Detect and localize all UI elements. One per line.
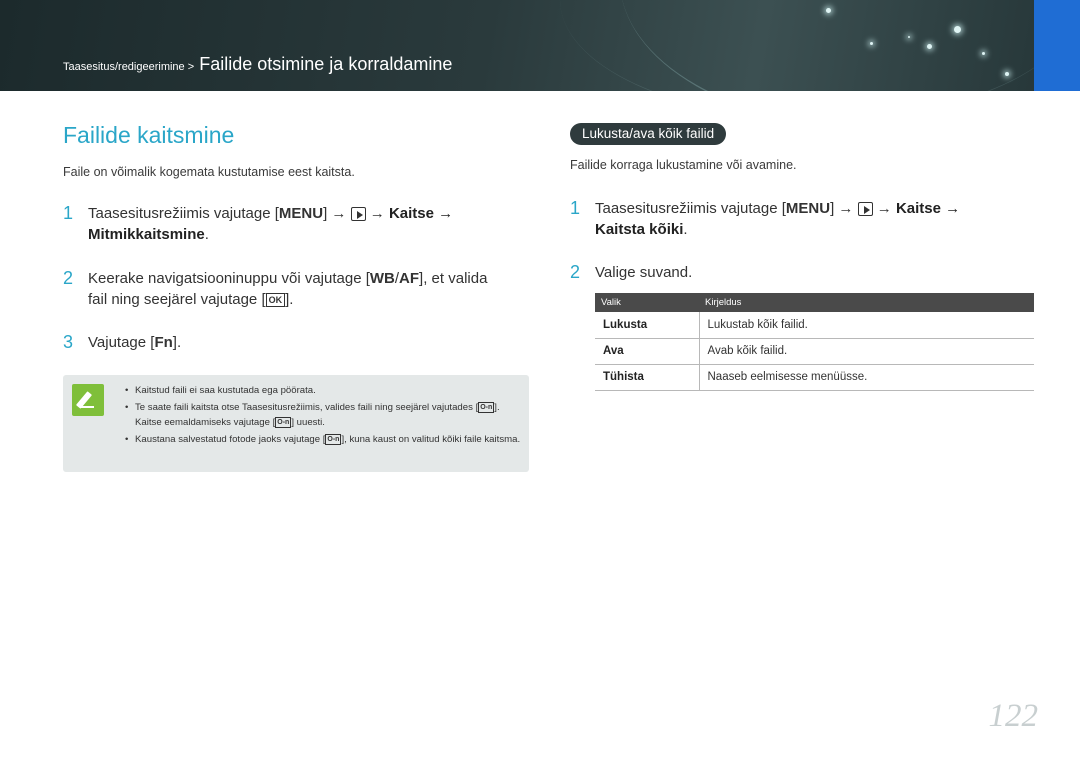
menu-option-kaitse: Kaitse bbox=[895, 200, 941, 217]
sparkle-icon bbox=[908, 36, 910, 38]
table-row: Lukusta Lukustab kõik failid. bbox=[595, 312, 1034, 339]
note-item: Kaustana salvestatud fotode jaoks vajuta… bbox=[125, 432, 521, 447]
step-text: ] → bbox=[830, 200, 854, 217]
section-heading: Lukusta/ava kõik failid bbox=[570, 123, 727, 145]
step-text: fail ning seejärel vajutage [ bbox=[88, 291, 266, 308]
table-row: Ava Avab kõik failid. bbox=[595, 338, 1034, 365]
step-text: ] → bbox=[323, 205, 347, 222]
note-text: ], kuna kaust on valitud kõiki faile kai… bbox=[341, 434, 521, 445]
right-step-1: 1 Taasesitusrežiimis vajutage [MENU] → →… bbox=[570, 198, 1035, 240]
step-text: → bbox=[438, 205, 454, 222]
breadcrumb: Taasesitus/redigeerimine > Failide otsim… bbox=[63, 54, 452, 75]
note-item: Te saate faili kaitsta otse Taasesitusre… bbox=[125, 400, 521, 430]
sparkle-icon bbox=[826, 8, 831, 13]
step-text: Keerake navigatsiooninuppu või vajutage … bbox=[88, 270, 370, 287]
note-text: Kaustana salvestatud fotode jaoks vajuta… bbox=[135, 434, 326, 445]
table-header-row: Valik Kirjeldus bbox=[595, 293, 1034, 312]
step-number: 3 bbox=[63, 332, 74, 352]
option-name: Tühista bbox=[595, 364, 700, 391]
option-name: Ava bbox=[595, 338, 700, 365]
step-text: Taasesitusrežiimis vajutage [ bbox=[595, 200, 786, 217]
breadcrumb-parent[interactable]: Taasesitus/redigeerimine > bbox=[63, 61, 194, 73]
table-row: Tühista Naaseb eelmisesse menüüsse. bbox=[595, 364, 1034, 391]
step-text: → bbox=[945, 200, 961, 217]
option-description: Lukustab kõik failid. bbox=[699, 312, 1034, 339]
sparkle-icon bbox=[1005, 72, 1009, 76]
column-header: Valik bbox=[595, 293, 699, 312]
left-step-3: 3 Vajutage [Fn]. bbox=[63, 332, 388, 353]
option-description: Avab kõik failid. bbox=[699, 338, 1034, 365]
page-title: Failide kaitsmine bbox=[63, 122, 235, 148]
step-text: ]. bbox=[285, 291, 294, 308]
step-text: → bbox=[876, 200, 892, 217]
breadcrumb-current: Failide otsimine ja korraldamine bbox=[199, 54, 453, 74]
playback-icon bbox=[857, 202, 873, 217]
wb-key-icon: WB bbox=[369, 270, 395, 287]
note-item: Kaitstud faili ei saa kustutada ega pöör… bbox=[125, 383, 521, 398]
decorative-arc bbox=[560, 0, 1080, 91]
left-intro: Faile on võimalik kogemata kustutamise e… bbox=[63, 165, 355, 179]
menu-key-icon: MENU bbox=[278, 205, 324, 222]
step-text: Vajutage [ bbox=[88, 334, 155, 351]
menu-option-mitmikkaitsmine: Mitmikkaitsmine bbox=[88, 226, 205, 243]
step-text: . bbox=[683, 221, 688, 238]
step-text: ]. bbox=[172, 334, 182, 351]
fn-key-icon: Fn bbox=[154, 334, 173, 351]
note-text: ] uuesti. bbox=[291, 417, 325, 428]
protect-key-icon: O-n bbox=[275, 416, 292, 428]
note-text: Te saate faili kaitsta otse Taasesitusre… bbox=[135, 402, 479, 413]
step-text: . bbox=[204, 226, 209, 243]
sparkle-icon bbox=[954, 26, 961, 33]
note-text: Kaitstud faili ei saa kustutada ega pöör… bbox=[135, 385, 316, 396]
left-step-1: 1 Taasesitusrežiimis vajutage [MENU] → →… bbox=[63, 203, 528, 245]
step-number: 2 bbox=[63, 268, 74, 288]
ok-key-icon: OK bbox=[265, 293, 286, 308]
option-name: Lukusta bbox=[595, 312, 700, 339]
right-intro: Failide korraga lukustamine või avamine. bbox=[570, 158, 797, 172]
sparkle-icon bbox=[870, 42, 873, 45]
step-number: 1 bbox=[570, 198, 581, 218]
sparkle-icon bbox=[982, 52, 985, 55]
protect-key-icon: O-n bbox=[478, 401, 495, 413]
sparkle-icon bbox=[927, 44, 932, 49]
left-step-2: 2 Keerake navigatsiooninuppu või vajutag… bbox=[63, 268, 533, 310]
step-text: Taasesitusrežiimis vajutage [ bbox=[88, 205, 279, 222]
step-text: → bbox=[369, 205, 385, 222]
menu-option-kaitse: Kaitse bbox=[388, 205, 434, 222]
note-list: Kaitstud faili ei saa kustutada ega pöör… bbox=[125, 383, 521, 449]
header-banner: Taasesitus/redigeerimine > Failide otsim… bbox=[0, 0, 1080, 91]
note-box: Kaitstud faili ei saa kustutada ega pöör… bbox=[63, 375, 529, 472]
step-text: ], et valida bbox=[419, 270, 488, 287]
step-number: 1 bbox=[63, 203, 74, 223]
protect-key-icon: O-n bbox=[325, 433, 342, 445]
right-step-2: 2 Valige suvand. bbox=[570, 262, 895, 283]
playback-icon bbox=[350, 207, 366, 222]
step-number: 2 bbox=[570, 262, 581, 282]
option-description: Naaseb eelmisesse menüüsse. bbox=[699, 364, 1034, 391]
step-text: Valige suvand. bbox=[595, 264, 693, 281]
options-table: Valik Kirjeldus Lukusta Lukustab kõik fa… bbox=[595, 293, 1034, 391]
menu-key-icon: MENU bbox=[785, 200, 831, 217]
note-pencil-icon bbox=[72, 384, 104, 416]
menu-option-kaitsta-koiki: Kaitsta kõiki bbox=[595, 221, 684, 238]
column-header: Kirjeldus bbox=[699, 293, 1034, 312]
chapter-tab[interactable] bbox=[1034, 0, 1080, 91]
page-number: 122 bbox=[988, 698, 1039, 734]
af-key-icon: AF bbox=[399, 270, 420, 287]
